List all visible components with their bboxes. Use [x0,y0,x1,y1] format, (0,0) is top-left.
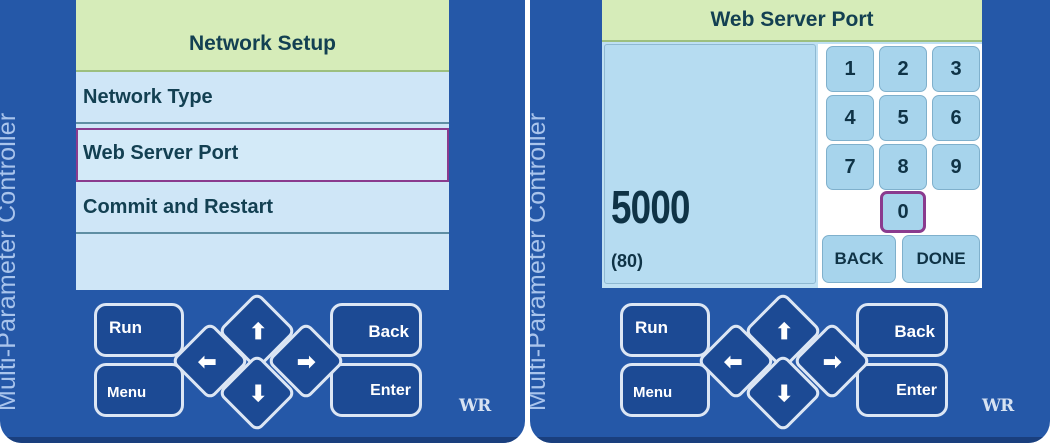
menu-item-commit-restart[interactable]: Commit and Restart [76,184,449,234]
menu-item-label: Web Server Port [83,142,239,164]
menu-button[interactable]: Menu [94,363,184,417]
arrow-up-icon: ⬆ [249,319,268,344]
screen-title: Web Server Port [602,0,982,42]
enter-button[interactable]: Enter [330,363,422,417]
key-2[interactable]: 2 [879,46,927,92]
arrow-right-icon: ➡ [297,349,316,374]
screen-title-text: Web Server Port [710,8,874,31]
key-7[interactable]: 7 [826,144,874,190]
menu-button-label: Menu [633,384,673,401]
menu-button[interactable]: Menu [620,363,710,417]
arrow-right-icon: ➡ [823,349,842,374]
device-label: Multi-Parameter Controller [530,112,551,411]
key-3[interactable]: 3 [932,46,980,92]
arrow-left-icon: ⬅ [724,349,743,374]
back-key[interactable]: BACK [822,235,896,283]
back-button-label: Back [894,322,935,341]
menu-item-web-server-port[interactable]: Web Server Port [76,128,449,182]
menu-item-empty[interactable] [76,236,449,290]
run-button-label: Run [635,318,669,337]
run-button-label: Run [109,318,143,337]
back-button[interactable]: Back [330,303,422,357]
controller-left: Multi-Parameter Controller Network Setup… [0,0,525,443]
controller-right: Multi-Parameter Controller Web Server Po… [530,0,1050,443]
default-port-value: (80) [611,251,644,271]
key-1[interactable]: 1 [826,46,874,92]
key-8[interactable]: 8 [879,144,927,190]
run-button[interactable]: Run [94,303,184,357]
arrow-left-icon: ⬅ [198,349,217,374]
numeric-keypad: 1 2 3 4 5 6 7 8 9 0 BACK DONE [818,44,982,288]
key-9[interactable]: 9 [932,144,980,190]
key-5[interactable]: 5 [879,95,927,141]
navigation-keypad: Run Menu Back Enter ⬆ ⬇ ⬅ ➡ [620,291,950,433]
menu-button-label: Menu [107,384,147,401]
key-6[interactable]: 6 [932,95,980,141]
back-button-label: Back [368,322,409,341]
menu-item-network-type[interactable]: Network Type [76,74,449,124]
screen-title: Network Setup [76,0,449,72]
device-label: Multi-Parameter Controller [0,112,21,411]
port-value: 5000 [611,181,690,233]
arrow-down-icon: ⬇ [249,381,268,406]
run-button[interactable]: Run [620,303,710,357]
menu-item-label: Network Type [83,86,213,108]
enter-button-label: Enter [896,382,937,399]
brand-logo: WR [982,396,1014,416]
key-4[interactable]: 4 [826,95,874,141]
arrow-down-icon: ⬇ [775,381,794,406]
brand-logo: WR [459,396,491,416]
web-server-port-screen: Web Server Port 5000 (80) 1 2 3 4 5 6 7 … [602,0,982,288]
arrow-up-icon: ⬆ [775,319,794,344]
enter-button[interactable]: Enter [856,363,948,417]
value-display: 5000 (80) [604,44,816,284]
screen-title-text: Network Setup [188,32,337,55]
navigation-keypad: Run Menu Back Enter ⬆ ⬇ ⬅ ➡ [94,291,424,433]
back-button[interactable]: Back [856,303,948,357]
enter-button-label: Enter [370,382,411,399]
network-setup-screen: Network Setup Network Type Web Server Po… [76,0,449,290]
done-key[interactable]: DONE [902,235,980,283]
key-0[interactable]: 0 [880,191,926,233]
menu-item-label: Commit and Restart [83,196,274,218]
